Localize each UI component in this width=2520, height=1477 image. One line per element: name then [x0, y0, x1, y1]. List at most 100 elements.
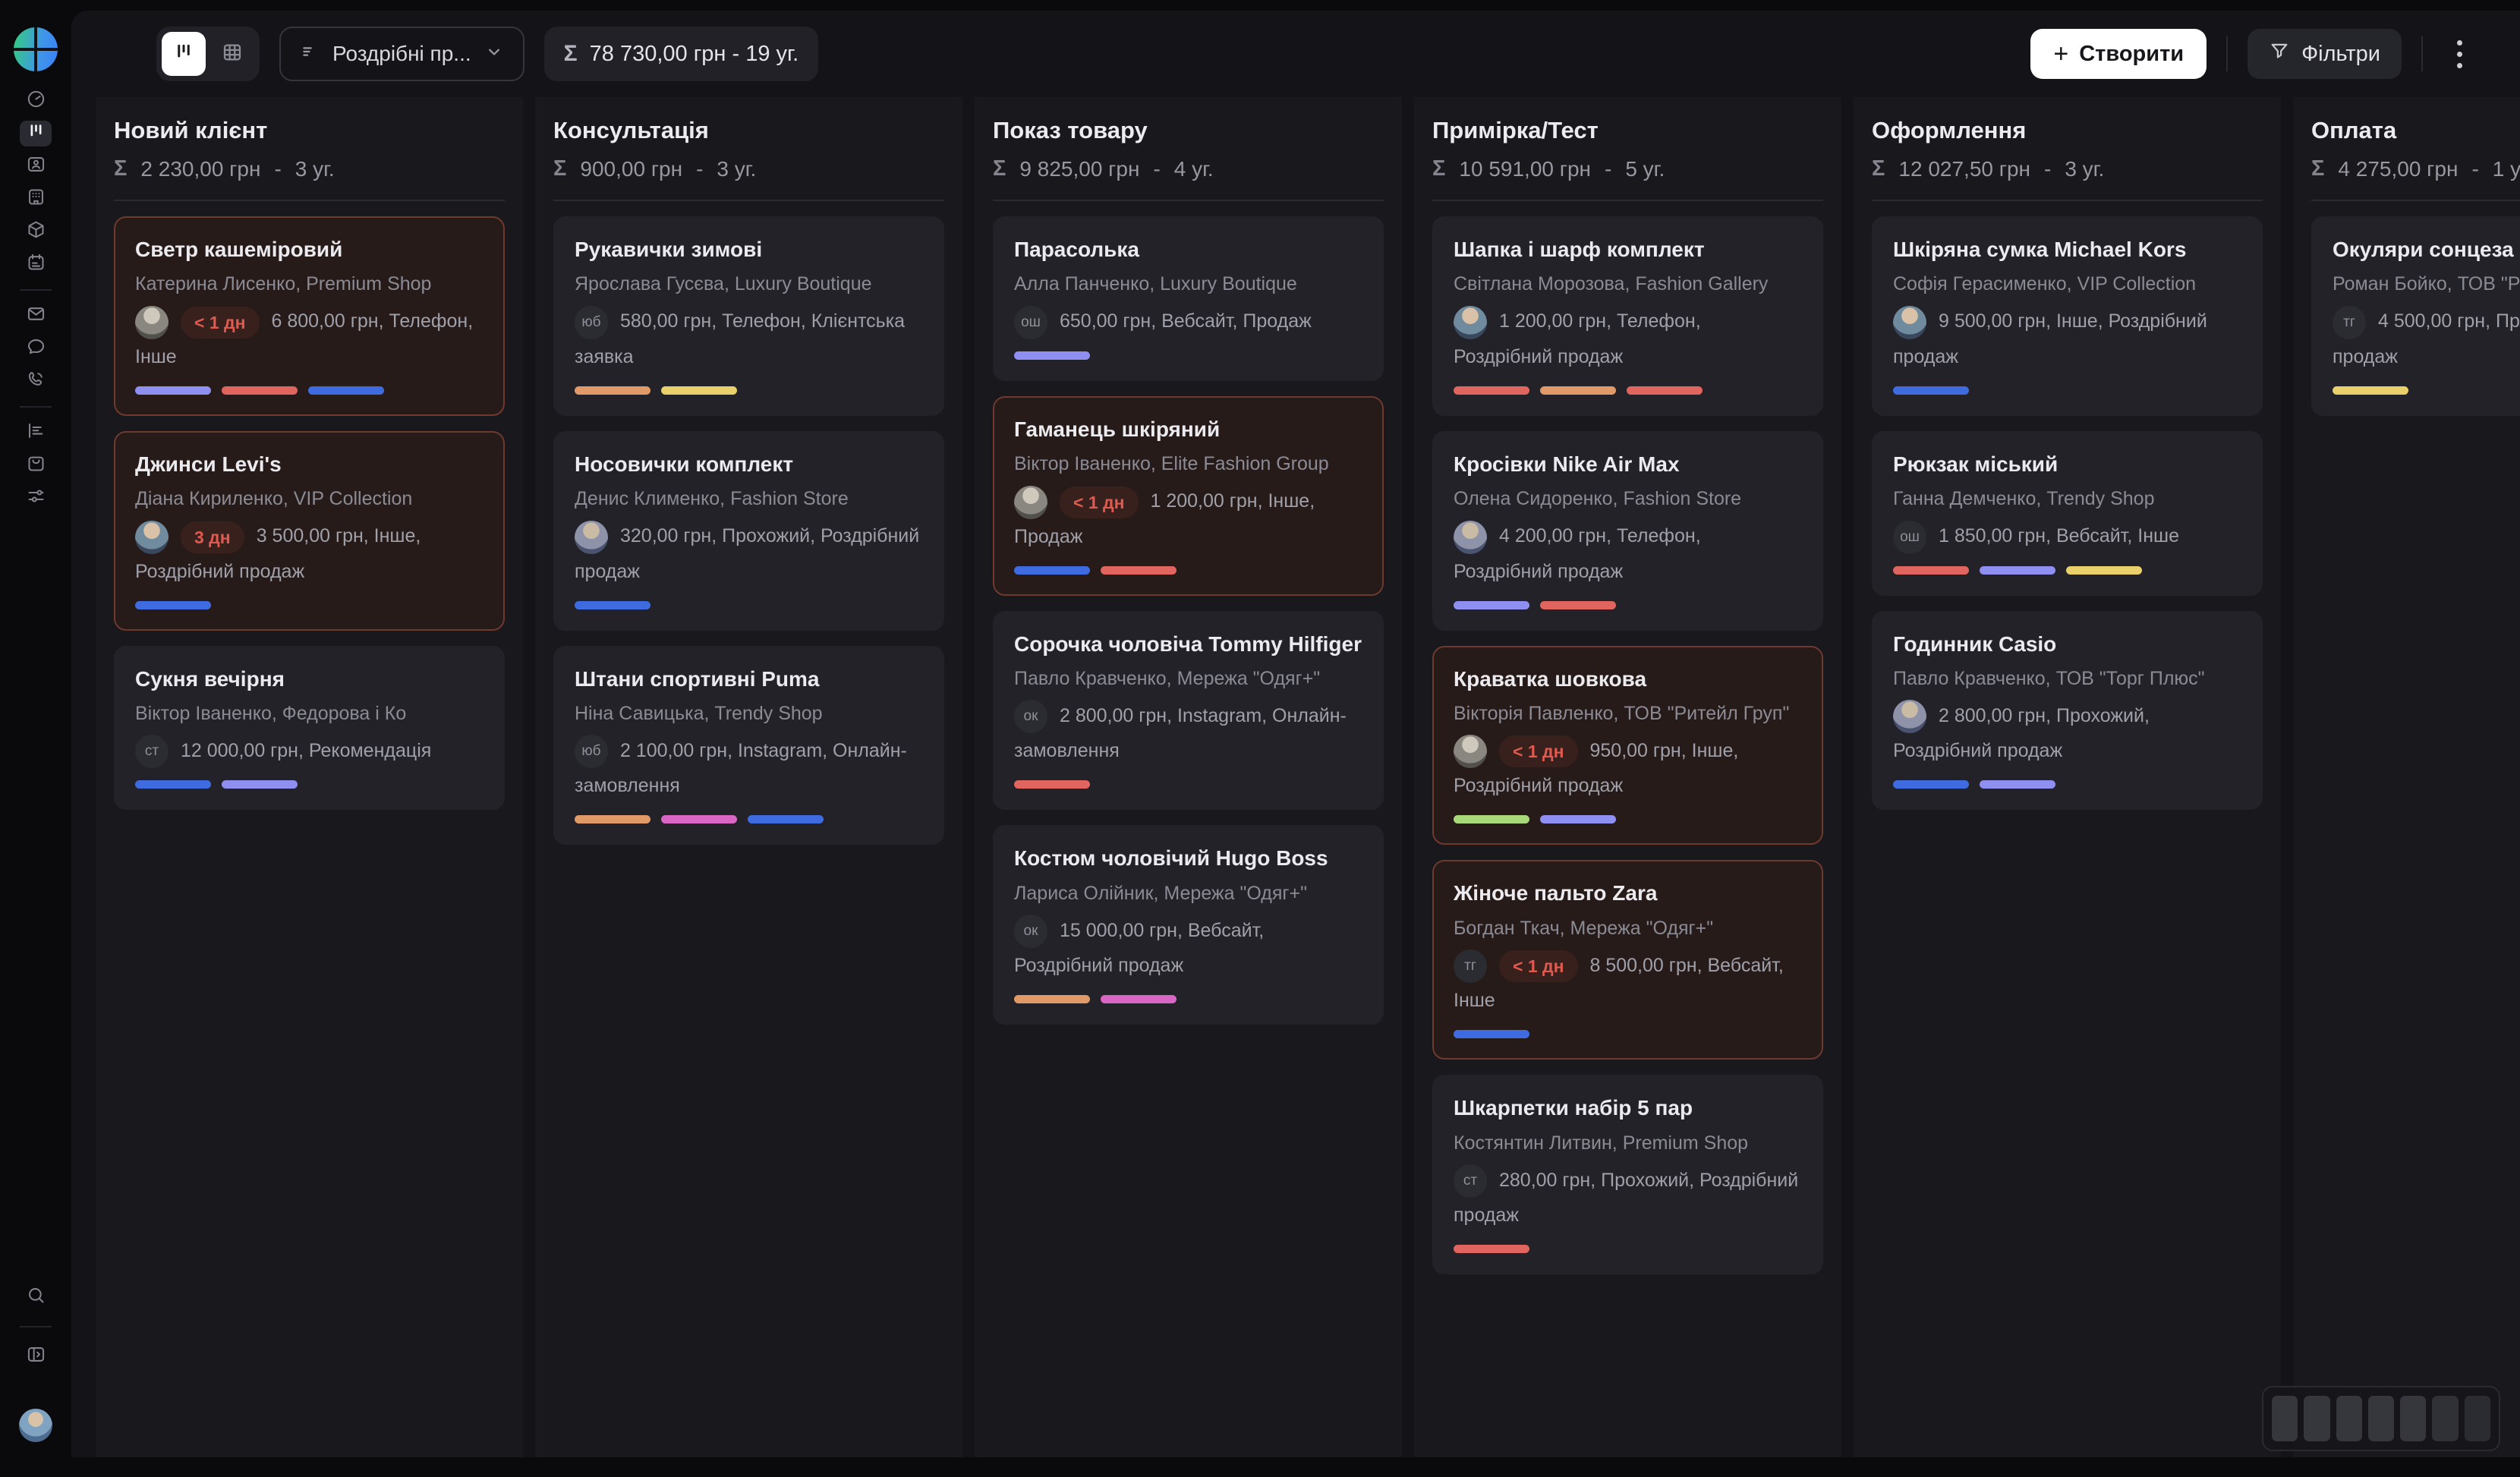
sidebar-item-calls[interactable] [20, 368, 52, 394]
sidebar-item-analytics[interactable] [20, 420, 52, 446]
avatar [575, 521, 608, 554]
filters-button-label: Фільтри [2301, 42, 2380, 67]
column-divider [553, 200, 944, 201]
sidebar-item-orders[interactable] [20, 452, 52, 478]
deal-meta: < 1 дн6 800,00 грн, Телефон, Інше [135, 304, 484, 373]
deal-card[interactable]: Светр кашеміровий Катерина Лисенко, Prem… [114, 216, 505, 416]
sigma-icon: Σ [1432, 156, 1445, 181]
status-bar [1893, 780, 1969, 789]
status-bar [1540, 601, 1616, 609]
progress-bars [135, 601, 484, 609]
deal-card[interactable]: Жіноче пальто Zara Богдан Ткач, Мережа "… [1432, 860, 1823, 1060]
filters-button[interactable]: Фільтри [2248, 29, 2402, 79]
column-divider [2311, 200, 2520, 201]
status-bar [575, 386, 650, 395]
column-deal-count: 1 у [2493, 157, 2520, 181]
column-title: Примірка/Тест [1432, 97, 1823, 144]
deal-meta: ст12 000,00 грн, Рекомендація [135, 733, 484, 768]
building-icon [26, 187, 46, 211]
more-menu-button[interactable] [2443, 29, 2476, 79]
sidebar-item-companies[interactable] [20, 186, 52, 212]
contact-card-icon [26, 154, 46, 178]
table-view-button[interactable] [210, 32, 254, 76]
board-minimap[interactable] [2262, 1386, 2500, 1451]
overdue-badge: < 1 дн [1060, 487, 1139, 518]
deal-title: Рукавички зимові [575, 236, 923, 263]
package-icon [26, 219, 46, 244]
deal-title: Джинси Levi's [135, 451, 484, 478]
sidebar-item-chat[interactable] [20, 335, 52, 361]
column-title: Оформлення [1872, 97, 2263, 144]
deal-card[interactable]: Шкіряна сумка Michael Kors Софія Герасим… [1872, 216, 2263, 416]
deal-contact: Діана Кириленко, VIP Collection [135, 486, 484, 512]
deal-card[interactable]: Окуляри сонцеза Роман Бойко, ТОВ "Р тг4 … [2311, 216, 2520, 416]
deal-contact: Павло Кравченко, Мережа "Одяг+" [1014, 666, 1362, 692]
sidebar-item-products[interactable] [20, 219, 52, 244]
deal-card[interactable]: Рукавички зимові Ярослава Гусєва, Luxury… [553, 216, 944, 416]
sidebar [0, 0, 71, 1477]
overdue-badge: < 1 дн [1499, 950, 1578, 982]
deal-card[interactable]: Парасолька Алла Панченко, Luxury Boutiqu… [993, 216, 1384, 381]
sidebar-item-calendar[interactable] [20, 251, 52, 277]
collapse-sidebar-button[interactable] [20, 1343, 52, 1369]
deal-contact: Богдан Ткач, Мережа "Одяг+" [1454, 915, 1802, 942]
status-bar [1540, 386, 1616, 395]
deal-meta: ош650,00 грн, Вебсайт, Продаж [1014, 304, 1362, 339]
sidebar-item-deals-kanban[interactable] [20, 121, 52, 146]
sidebar-item-contacts[interactable] [20, 153, 52, 179]
avatar [135, 306, 169, 339]
deal-card[interactable]: Носовички комплект Денис Клименко, Fashi… [553, 431, 944, 631]
progress-bars [135, 780, 484, 789]
column-title: Консультація [553, 97, 944, 144]
kanban-column: Новий клієнт Σ 2 230,00 грн - 3 уг. Свет… [96, 97, 523, 1457]
deal-card[interactable]: Сукня вечірня Віктор Іваненко, Федорова … [114, 646, 505, 811]
deal-meta: 9 500,00 грн, Інше, Роздрібний продаж [1893, 304, 2241, 373]
deal-card[interactable]: Джинси Levi's Діана Кириленко, VIP Colle… [114, 431, 505, 631]
column-summary: Σ 9 825,00 грн - 4 уг. [993, 156, 1384, 181]
status-bar [222, 780, 298, 789]
minimap-column [2465, 1396, 2490, 1441]
column-summary-dash: - [1153, 157, 1160, 181]
deal-meta: юб2 100,00 грн, Instagram, Онлайн-замовл… [575, 733, 923, 803]
kanban-view-button[interactable] [162, 32, 206, 76]
initials-badge: ок [1014, 915, 1047, 948]
column-summary: Σ 2 230,00 грн - 3 уг. [114, 156, 505, 181]
deal-card[interactable]: Годинник Casio Павло Кравченко, ТОВ "Тор… [1872, 611, 2263, 811]
filter-lines-icon [299, 41, 320, 68]
mail-icon [26, 304, 46, 328]
deal-card[interactable]: Костюм чоловічий Hugo Boss Лариса Олійни… [993, 825, 1384, 1025]
initials-badge: юб [575, 735, 608, 768]
status-bar [1980, 566, 2055, 575]
progress-bars [1454, 1245, 1802, 1253]
deal-meta: 4 200,00 грн, Телефон, Роздрібний продаж [1454, 518, 1802, 588]
create-button[interactable]: + Створити [2030, 29, 2207, 79]
deal-card[interactable]: Штани спортивні Puma Ніна Савицька, Tren… [553, 646, 944, 846]
minimap-column [2336, 1396, 2362, 1441]
deal-card[interactable]: Гаманець шкіряний Віктор Іваненко, Elite… [993, 396, 1384, 596]
deal-card[interactable]: Сорочка чоловіча Tommy Hilfiger Павло Кр… [993, 611, 1384, 811]
deal-title: Шкіряна сумка Michael Kors [1893, 236, 2241, 263]
create-button-label: Створити [2079, 42, 2184, 67]
column-divider [993, 200, 1384, 201]
column-sum-value: 4 275,00 грн [2338, 157, 2458, 181]
deal-contact: Катерина Лисенко, Premium Shop [135, 271, 484, 298]
user-avatar[interactable] [19, 1409, 52, 1442]
kanban-column: Оформлення Σ 12 027,50 грн - 3 уг. Шкіря… [1854, 97, 2281, 1457]
minimap-column [2368, 1396, 2394, 1441]
deal-contact: Віктор Іваненко, Федорова і Ко [135, 701, 484, 727]
app-logo [14, 27, 58, 71]
deal-card[interactable]: Краватка шовкова Вікторія Павленко, ТОВ … [1432, 646, 1823, 846]
deal-card[interactable]: Шапка і шарф комплект Світлана Морозова,… [1432, 216, 1823, 416]
deal-card[interactable]: Кросівки Nike Air Max Олена Сидоренко, F… [1432, 431, 1823, 631]
sidebar-item-dashboard[interactable] [20, 88, 52, 114]
sidebar-item-automation[interactable] [20, 485, 52, 511]
deal-card[interactable]: Шкарпетки набір 5 пар Костянтин Литвин, … [1432, 1075, 1823, 1274]
sidebar-item-mail[interactable] [20, 303, 52, 329]
deal-card[interactable]: Рюкзак міський Ганна Демченко, Trendy Sh… [1872, 431, 2263, 596]
search-button[interactable] [20, 1284, 52, 1310]
calendar-icon [26, 252, 46, 276]
deal-meta: ош1 850,00 грн, Вебсайт, Інше [1893, 518, 2241, 553]
pipeline-select[interactable]: Роздрібні пр... [279, 27, 524, 81]
column-cards: Шкіряна сумка Michael Kors Софія Герасим… [1872, 216, 2263, 810]
deal-meta: 1 200,00 грн, Телефон, Роздрібний продаж [1454, 304, 1802, 373]
